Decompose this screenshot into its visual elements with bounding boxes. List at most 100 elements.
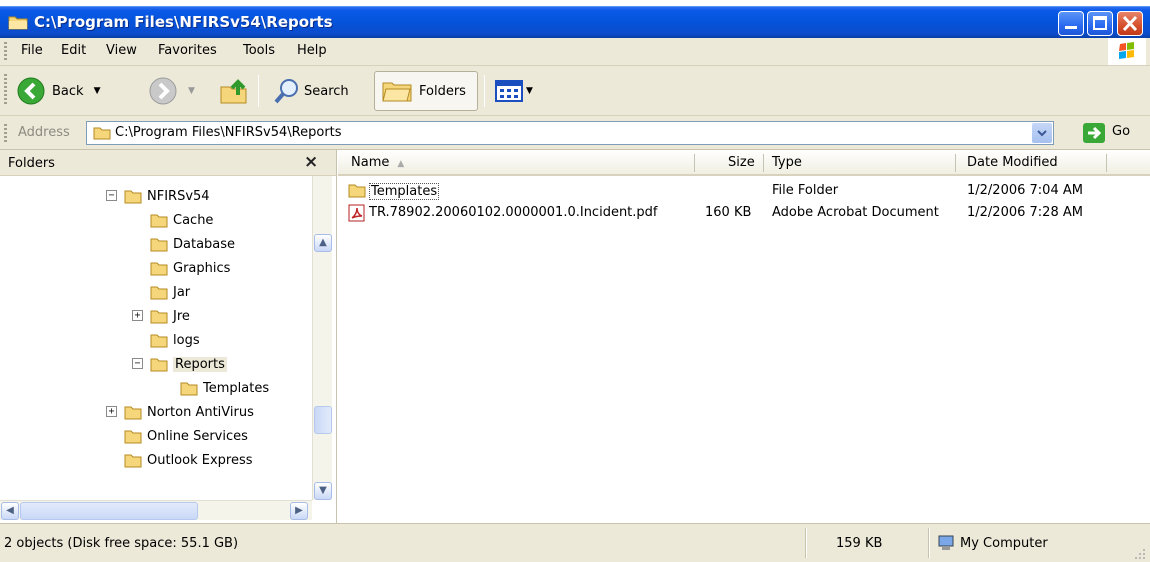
tree-item-logs[interactable]: logs xyxy=(150,329,200,351)
file-name: Templates xyxy=(369,183,440,200)
close-button[interactable] xyxy=(1117,11,1143,36)
folders-vertical-scrollbar[interactable]: ▲ ▼ xyxy=(312,176,332,500)
menu-favorites[interactable]: Favorites xyxy=(158,43,217,58)
address-input[interactable]: C:\Program Files\NFIRSv54\Reports xyxy=(86,121,1054,145)
forward-arrow-icon xyxy=(149,77,177,105)
status-divider xyxy=(805,528,807,558)
up-folder-button[interactable] xyxy=(218,71,250,111)
file-row-templates[interactable]: Templates File Folder 1/2/2006 7:04 AM xyxy=(338,180,1150,202)
expand-icon[interactable]: + xyxy=(132,310,143,321)
folders-pane-title: Folders xyxy=(8,156,55,171)
tree-item-label: Norton AntiVirus xyxy=(147,404,254,420)
tree-item-label: Online Services xyxy=(147,428,248,444)
status-divider xyxy=(928,528,930,558)
folder-icon xyxy=(180,382,198,395)
chevron-down-icon xyxy=(1037,130,1047,137)
column-header-size[interactable]: Size xyxy=(728,150,755,176)
tree-item-label: Jre xyxy=(173,308,190,324)
expand-icon[interactable]: + xyxy=(106,406,117,417)
tree-item-outlook-express[interactable]: Outlook Express xyxy=(124,449,253,471)
tree-item-jre[interactable]: Jre xyxy=(150,305,190,327)
scroll-down-button[interactable]: ▼ xyxy=(314,482,332,500)
column-header-name[interactable]: Name ▲ xyxy=(351,150,404,176)
up-folder-icon xyxy=(220,79,247,104)
tree-item-label: Cache xyxy=(173,212,214,228)
tree-item-templates[interactable]: Templates xyxy=(180,377,269,399)
folders-button[interactable]: Folders xyxy=(374,71,478,111)
scroll-up-button[interactable]: ▲ xyxy=(314,234,332,252)
tree-item-cache[interactable]: Cache xyxy=(150,209,213,231)
tree-item-norton-antivirus[interactable]: Norton AntiVirus xyxy=(124,401,254,423)
tree-item-nfirsv54[interactable]: NFIRSv54 xyxy=(124,185,210,207)
folder-icon xyxy=(124,454,142,467)
folder-icon xyxy=(124,406,142,419)
pdf-icon xyxy=(348,204,365,222)
tree-item-label: Graphics xyxy=(173,260,231,276)
collapse-icon[interactable]: − xyxy=(106,190,117,201)
views-button[interactable]: ▼ xyxy=(494,71,533,111)
file-date-modified: 1/2/2006 7:28 AM xyxy=(967,205,1083,220)
tree-item-graphics[interactable]: Graphics xyxy=(150,257,230,279)
folders-pane-header: Folders × xyxy=(0,150,336,176)
search-button[interactable]: Search xyxy=(272,71,349,111)
chevron-down-icon[interactable]: ▼ xyxy=(94,86,101,96)
folders-pane-close-button[interactable]: × xyxy=(304,152,318,172)
column-divider[interactable] xyxy=(694,154,695,172)
toolbar-grip[interactable] xyxy=(4,74,7,106)
menu-help[interactable]: Help xyxy=(297,43,327,58)
column-divider[interactable] xyxy=(763,154,764,172)
back-button[interactable]: Back ▼ xyxy=(16,71,100,111)
go-arrow-icon[interactable] xyxy=(1083,123,1105,143)
menu-edit[interactable]: Edit xyxy=(61,43,86,58)
column-divider[interactable] xyxy=(1106,154,1107,172)
folder-icon xyxy=(93,127,111,140)
folder-icon xyxy=(150,286,168,299)
maximize-button[interactable] xyxy=(1087,11,1113,36)
tree-item-label: Database xyxy=(173,236,236,252)
tree-item-online-services[interactable]: Online Services xyxy=(124,425,248,447)
folder-icon xyxy=(124,190,142,203)
close-icon xyxy=(1122,15,1138,32)
tree-item-database[interactable]: Database xyxy=(150,233,235,255)
folders-horizontal-scrollbar[interactable]: ◀ ▶ xyxy=(0,500,312,520)
status-zone: My Computer xyxy=(960,536,1048,551)
toolbar-grip[interactable] xyxy=(4,42,7,60)
toolbar-grip[interactable] xyxy=(4,124,7,142)
scroll-left-button[interactable]: ◀ xyxy=(1,502,19,520)
file-type: File Folder xyxy=(772,183,839,198)
resize-grip-icon[interactable] xyxy=(1134,548,1146,560)
folder-icon xyxy=(150,334,168,347)
folders-icon xyxy=(382,82,412,102)
title-bar[interactable]: C:\Program Files\NFIRSv54\Reports xyxy=(0,6,1150,38)
scrollbar-thumb[interactable] xyxy=(20,502,198,520)
file-row-incident-pdf[interactable]: TR.78902.20060102.0000001.0.Incident.pdf… xyxy=(338,202,1150,224)
file-type: Adobe Acrobat Document xyxy=(772,205,939,220)
menu-file[interactable]: File xyxy=(21,43,43,58)
address-dropdown-button[interactable] xyxy=(1032,123,1052,143)
column-divider[interactable] xyxy=(955,154,956,172)
folders-pane: Folders × − NFIRSv54 Cache Database Grap… xyxy=(0,150,337,523)
folder-icon xyxy=(124,430,142,443)
folder-icon xyxy=(348,184,366,198)
collapse-icon[interactable]: − xyxy=(132,358,143,369)
tree-item-jar[interactable]: Jar xyxy=(150,281,190,303)
status-object-count: 2 objects (Disk free space: 55.1 GB) xyxy=(4,536,239,551)
tree-item-label: Outlook Express xyxy=(147,452,253,468)
chevron-down-icon[interactable]: ▼ xyxy=(188,86,195,96)
chevron-down-icon[interactable]: ▼ xyxy=(526,86,533,96)
column-header-date-modified[interactable]: Date Modified xyxy=(967,150,1058,176)
toolbar-separator xyxy=(484,75,485,107)
scroll-right-button[interactable]: ▶ xyxy=(290,502,308,520)
file-name: TR.78902.20060102.0000001.0.Incident.pdf xyxy=(369,205,658,220)
minimize-button[interactable] xyxy=(1058,11,1084,36)
my-computer-icon xyxy=(938,535,954,550)
menu-tools[interactable]: Tools xyxy=(243,43,275,58)
file-size: 160 KB xyxy=(705,205,752,220)
menu-view[interactable]: View xyxy=(106,43,137,58)
column-header-type[interactable]: Type xyxy=(772,150,802,176)
tree-item-reports[interactable]: Reports xyxy=(150,353,227,375)
scrollbar-thumb[interactable] xyxy=(314,406,332,434)
window-title: C:\Program Files\NFIRSv54\Reports xyxy=(34,13,333,31)
go-button[interactable]: Go xyxy=(1112,124,1130,139)
forward-button[interactable]: ▼ xyxy=(148,71,195,111)
